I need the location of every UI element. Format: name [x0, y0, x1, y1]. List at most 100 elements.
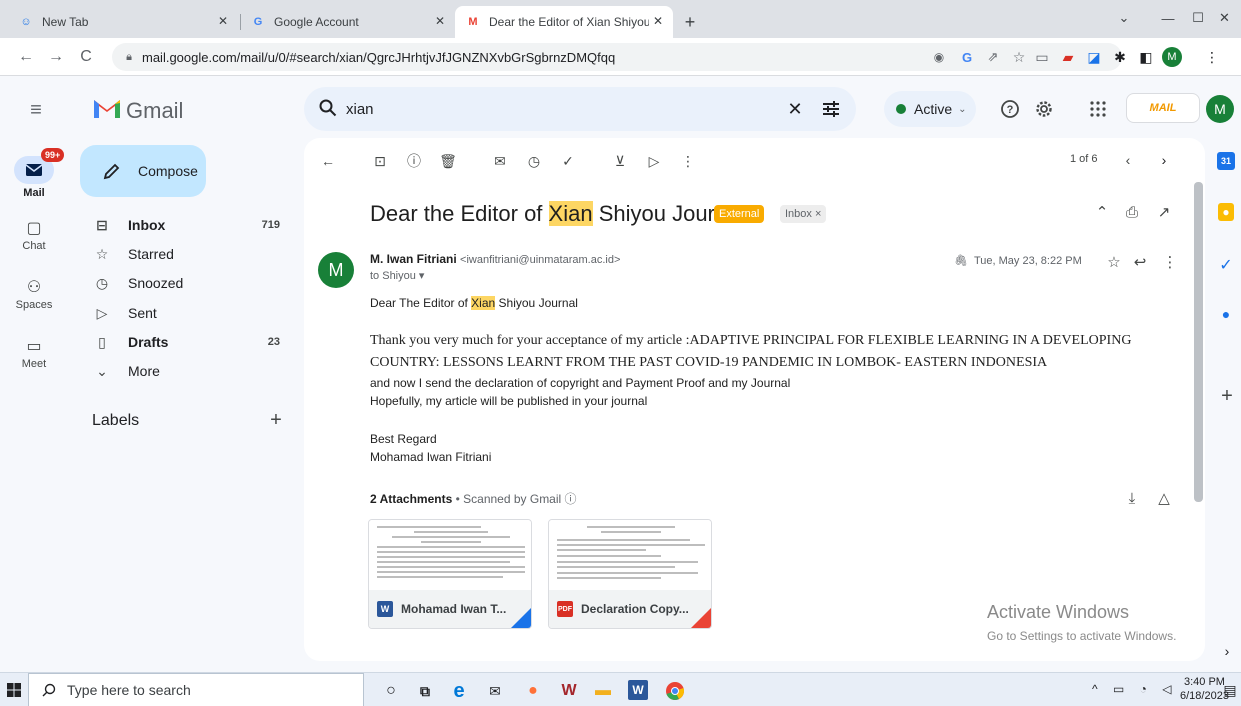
windows-start-icon[interactable]: [6, 682, 22, 698]
inbox-label-chip[interactable]: Inbox ×: [780, 205, 827, 223]
open-new-window-icon[interactable]: ↗: [1154, 202, 1174, 222]
snooze-icon[interactable]: ◷: [524, 151, 544, 171]
sender-avatar[interactable]: M: [318, 252, 354, 288]
older-chevron-icon[interactable]: ›: [1154, 150, 1174, 170]
add-label-icon[interactable]: +: [266, 409, 286, 431]
attachment-card-word[interactable]: W Mohamad Iwan T...: [368, 519, 532, 629]
status-dropdown[interactable]: Active ⌄: [884, 91, 976, 127]
rail-item-meet[interactable]: ▭ Meet: [0, 336, 68, 370]
get-addons-icon[interactable]: +: [1217, 385, 1237, 407]
account-avatar[interactable]: M: [1206, 95, 1234, 123]
download-all-icon[interactable]: ⤓: [1122, 488, 1142, 508]
nav-item-inbox[interactable]: ⊟ Inbox 719: [80, 211, 296, 239]
chrome-icon[interactable]: [664, 680, 686, 702]
side-panel-icon[interactable]: ◧: [1136, 47, 1156, 67]
attachment-preview: [369, 520, 531, 592]
tab-google-account[interactable]: G Google Account ✕: [240, 6, 455, 38]
tab-gmail-message[interactable]: M Dear the Editor of Xian Shiyou Jo ✕: [455, 6, 673, 38]
nav-item-sent[interactable]: ▷ Sent: [80, 299, 296, 327]
extension-red-icon[interactable]: ▰: [1058, 47, 1078, 67]
reply-icon[interactable]: ↩: [1130, 252, 1150, 272]
word-app-icon[interactable]: W: [628, 680, 648, 700]
compose-button[interactable]: Compose: [80, 145, 206, 197]
archive-icon[interactable]: ⊡: [370, 151, 390, 171]
taskbar-search-box[interactable]: Type here to search: [28, 673, 364, 706]
search-icon[interactable]: [318, 98, 338, 118]
browser-profile-avatar[interactable]: M: [1162, 47, 1182, 67]
mark-unread-icon[interactable]: ✉: [490, 151, 510, 171]
nav-item-more[interactable]: ⌄ More: [80, 357, 296, 385]
search-input[interactable]: [346, 97, 766, 121]
keep-icon[interactable]: ●: [1218, 203, 1234, 221]
tab-close-icon[interactable]: ✕: [435, 14, 445, 28]
contacts-icon[interactable]: ●: [1215, 303, 1237, 325]
forward-arrow-icon[interactable]: →: [46, 47, 66, 67]
browser-menu-icon[interactable]: ⋮: [1202, 47, 1222, 67]
recipient-dropdown[interactable]: to Shiyou ▾: [370, 269, 424, 282]
back-arrow-icon[interactable]: ←: [16, 47, 36, 67]
back-to-search-icon[interactable]: ←: [318, 151, 338, 171]
message-more-icon[interactable]: ⋮: [1160, 252, 1180, 272]
sender-name[interactable]: M. Iwan Fitriani: [370, 252, 457, 266]
winrar-icon[interactable]: W: [558, 680, 580, 702]
settings-gear-icon[interactable]: [1032, 97, 1056, 121]
task-view-icon[interactable]: ⧉: [414, 680, 436, 702]
extension-blue-icon[interactable]: ◪: [1084, 47, 1104, 67]
extensions-puzzle-icon[interactable]: ✱: [1110, 47, 1130, 67]
collapse-all-icon[interactable]: ⌃: [1092, 202, 1112, 222]
attachment-card-pdf[interactable]: PDF Declaration Copy...: [548, 519, 712, 629]
tab-close-icon[interactable]: ✕: [653, 14, 663, 28]
add-task-icon[interactable]: ✓: [558, 151, 578, 171]
edge-icon[interactable]: e: [448, 680, 470, 702]
newer-chevron-icon[interactable]: ‹: [1118, 150, 1138, 170]
main-menu-icon[interactable]: ≡: [24, 98, 48, 122]
gmail-logo-icon[interactable]: [92, 96, 122, 120]
calendar-icon[interactable]: 31: [1217, 152, 1235, 170]
nav-count: 719: [261, 219, 280, 231]
mail-app-icon[interactable]: ✉: [484, 680, 506, 702]
tasks-icon[interactable]: ✓: [1215, 254, 1237, 276]
help-icon[interactable]: ?: [998, 97, 1022, 121]
url-text[interactable]: mail.google.com/mail/u/0/#search/xian/Qg…: [142, 50, 615, 65]
more-options-icon[interactable]: ⋮: [678, 151, 698, 171]
print-icon[interactable]: ⎙: [1122, 202, 1142, 222]
search-options-icon[interactable]: [820, 98, 842, 120]
add-to-drive-icon[interactable]: △: [1154, 488, 1174, 508]
close-window-button[interactable]: ✕: [1208, 6, 1241, 30]
notifications-icon[interactable]: ▤: [1222, 682, 1238, 698]
rail-item-chat[interactable]: ▢ Chat: [0, 218, 68, 252]
reload-icon[interactable]: C: [76, 47, 96, 67]
tab-search-icon[interactable]: ⌄: [1104, 6, 1144, 30]
nav-item-snoozed[interactable]: ◷ Snoozed: [80, 269, 296, 297]
tab-new-tab[interactable]: ☺ New Tab ✕: [8, 6, 238, 38]
clear-search-icon[interactable]: ✕: [784, 98, 806, 120]
apps-grid-icon[interactable]: [1086, 97, 1110, 121]
move-to-icon[interactable]: ⊻: [610, 151, 630, 171]
share-icon[interactable]: ⇗: [984, 48, 1002, 66]
eye-icon[interactable]: ◉: [930, 48, 948, 66]
tab-close-icon[interactable]: ✕: [218, 14, 228, 28]
file-explorer-icon[interactable]: ▬: [592, 680, 614, 702]
cortana-icon[interactable]: ○: [380, 680, 402, 702]
rail-item-mail[interactable]: 99+ Mail: [0, 148, 68, 199]
firefox-icon[interactable]: ●: [522, 680, 544, 702]
message-scrollbar[interactable]: [1194, 182, 1203, 502]
reading-list-icon[interactable]: ▭: [1032, 47, 1052, 67]
address-bar[interactable]: 🔒︎ mail.google.com/mail/u/0/#search/xian…: [112, 43, 1122, 71]
new-tab-button[interactable]: +: [680, 12, 700, 32]
report-spam-icon[interactable]: ⓘ: [404, 151, 424, 171]
star-message-icon[interactable]: ☆: [1104, 252, 1124, 272]
scanned-by-gmail[interactable]: Scanned by Gmail ⓘ: [463, 492, 576, 506]
nav-item-drafts[interactable]: ▯ Drafts 23: [80, 328, 296, 356]
nav-item-starred[interactable]: ☆ Starred: [80, 240, 296, 268]
show-side-panel-chevron-icon[interactable]: ›: [1220, 643, 1234, 659]
workspace-logo[interactable]: MAIL: [1126, 93, 1200, 123]
rail-item-spaces[interactable]: ⚇ Spaces: [0, 277, 68, 311]
label-icon[interactable]: ▷: [644, 151, 664, 171]
attachment-footer: W Mohamad Iwan T...: [369, 590, 531, 628]
delete-icon[interactable]: 🗑︎: [438, 151, 458, 171]
gmail-wordmark[interactable]: Gmail: [126, 98, 183, 124]
bookmark-star-icon[interactable]: ☆: [1010, 48, 1028, 66]
google-lens-icon[interactable]: G: [958, 48, 976, 66]
system-tray-icons[interactable]: ^ ▭ ◔ ◁: [1092, 682, 1177, 696]
